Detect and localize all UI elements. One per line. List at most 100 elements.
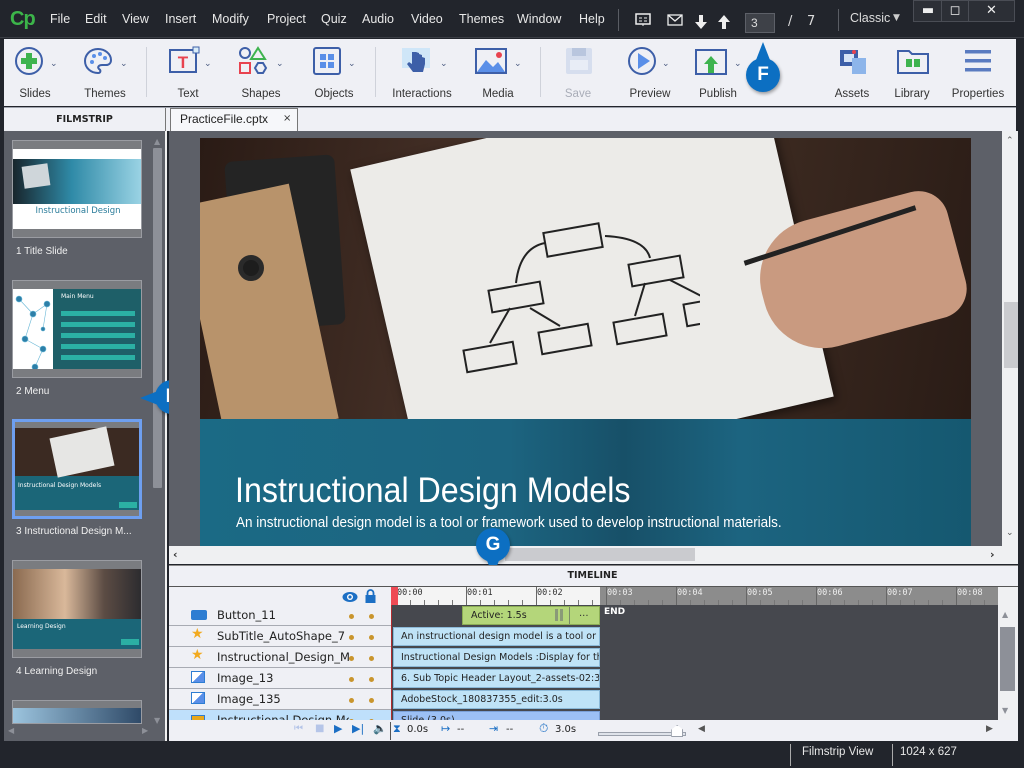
scrollbar-thumb[interactable] — [505, 548, 695, 561]
menu-project[interactable]: Project — [267, 12, 306, 26]
interactions-button[interactable]: ⌄ Interactions — [388, 39, 456, 106]
filmstrip-scrollbar[interactable] — [153, 148, 162, 488]
library-button[interactable]: Library — [890, 39, 934, 106]
play-end-icon[interactable]: ▶| — [352, 722, 364, 735]
scroll-left-icon[interactable]: ◀ — [698, 724, 705, 734]
menu-themes[interactable]: Themes — [459, 12, 504, 26]
menu-quiz[interactable]: Quiz — [321, 12, 347, 26]
menu-help[interactable]: Help — [579, 12, 605, 26]
audio-icon[interactable]: 🔈 — [373, 722, 387, 735]
end-time: -- — [506, 724, 514, 735]
menu-edit[interactable]: Edit — [85, 12, 107, 26]
timeline-layer-row[interactable]: ★ SubTitle_AutoShape_7 — [169, 626, 391, 647]
scroll-left-icon[interactable]: ◀ — [8, 726, 14, 735]
timeline-layer-row[interactable]: Button_11 — [169, 605, 391, 626]
shapes-button[interactable]: ⌄ Shapes — [232, 39, 290, 106]
playhead[interactable] — [391, 587, 398, 605]
timeline-layer-row[interactable]: ★ Instructional_Design_Mo... — [169, 647, 391, 668]
timeline-object-bar[interactable]: AdobeStock_180837355_edit:3.0s — [393, 690, 600, 709]
slide-thumbnail-1[interactable]: Instructional Design — [12, 140, 142, 238]
properties-button[interactable]: Properties — [948, 39, 1008, 106]
slide-subtitle[interactable]: An instructional design model is a tool … — [236, 515, 782, 531]
slide-thumbnail-5[interactable] — [12, 700, 142, 724]
objects-button[interactable]: ⌄ Objects — [306, 39, 362, 106]
stop-icon[interactable]: ■ — [315, 723, 324, 734]
close-tab-icon[interactable]: × — [283, 113, 291, 124]
menu-modify[interactable]: Modify — [212, 12, 249, 26]
timeline-layer-row[interactable]: Image_135 — [169, 689, 391, 710]
text-button[interactable]: T ⌄ Text — [162, 39, 214, 106]
scroll-up-icon[interactable]: ▲ — [1002, 610, 1008, 619]
lock-toggle[interactable] — [369, 635, 374, 640]
more-options-button[interactable]: ... — [579, 608, 589, 619]
media-button[interactable]: ⌄ Media — [470, 39, 526, 106]
scroll-down-icon[interactable]: ▼ — [154, 716, 160, 725]
scroll-right-icon[interactable]: › — [990, 548, 995, 561]
mail-icon[interactable] — [667, 14, 683, 26]
properties-label: Properties — [951, 88, 1005, 100]
menu-audio[interactable]: Audio — [362, 12, 394, 26]
scrollbar-thumb[interactable] — [1000, 627, 1015, 691]
visibility-toggle[interactable] — [349, 614, 354, 619]
preview-button[interactable]: ⌄ Preview — [620, 39, 680, 106]
slide-title[interactable]: Instructional Design Models — [235, 471, 631, 511]
menu-window[interactable]: Window — [517, 12, 561, 26]
menu-video[interactable]: Video — [411, 12, 443, 26]
menu-view[interactable]: View — [122, 12, 149, 26]
themes-button[interactable]: ⌄ Themes — [74, 39, 136, 106]
lock-toggle[interactable] — [369, 614, 374, 619]
pause-marker[interactable] — [555, 609, 558, 621]
time-tick-label: 00:00 — [397, 588, 423, 598]
save-button[interactable]: Save — [556, 39, 600, 106]
slide-thumbnail-3[interactable]: Instructional Design Models — [12, 419, 142, 519]
visibility-toggle[interactable] — [349, 635, 354, 640]
timeline-object-bar[interactable]: 6. Sub Topic Header Layout_2-assets-02:3… — [393, 669, 600, 688]
scroll-down-icon[interactable]: ▼ — [1002, 706, 1008, 715]
timeline-object-bar[interactable]: Instructional Design Models :Display for… — [393, 648, 600, 667]
lock-toggle[interactable] — [369, 677, 374, 682]
publish-button[interactable]: ⌄ Publish — [690, 39, 746, 106]
visibility-toggle[interactable] — [349, 656, 354, 661]
maximize-button[interactable]: ◻ — [941, 0, 969, 22]
slide-label-3: 3 Instructional Design M... — [16, 526, 132, 537]
time-tick — [816, 587, 817, 605]
arrow-down-icon[interactable] — [695, 15, 707, 30]
closed-captions-icon[interactable] — [635, 13, 651, 27]
layer-name: Image_135 — [217, 692, 281, 706]
lock-toggle[interactable] — [369, 656, 374, 661]
chevron-down-icon[interactable]: ▼ — [893, 13, 900, 23]
scrollbar-thumb[interactable] — [1004, 302, 1018, 368]
close-window-button[interactable]: ✕ — [968, 0, 1015, 22]
menu-file[interactable]: File — [50, 12, 70, 26]
scroll-right-icon[interactable]: ▶ — [142, 726, 148, 735]
lock-toggle[interactable] — [369, 698, 374, 703]
timeline-object-bar[interactable]: An instructional design model is a tool … — [393, 627, 600, 646]
scroll-up-icon[interactable]: ▲ — [154, 137, 160, 146]
button-timeline-bar[interactable]: Active: 1.5s ... — [462, 606, 600, 625]
scroll-left-icon[interactable]: ‹ — [173, 548, 178, 561]
minimize-button[interactable]: ▬ — [913, 0, 943, 22]
timeline-layer-row[interactable]: Image_13 — [169, 668, 391, 689]
slides-button[interactable]: ⌄ Slides — [10, 39, 60, 106]
timeline-ruler-overflow — [600, 587, 998, 605]
tab-practicefile[interactable]: PracticeFile.cptx — [170, 108, 298, 131]
slide-thumbnail-2[interactable]: Main Menu — [12, 280, 142, 378]
slide-thumbnail-4[interactable]: Learning Design — [12, 560, 142, 658]
lock-icon[interactable] — [365, 589, 376, 603]
media-image-icon — [475, 48, 507, 74]
scroll-down-icon[interactable]: ⌄ — [1006, 528, 1014, 538]
rewind-icon[interactable]: ⏮ — [294, 723, 303, 734]
slide-canvas[interactable]: Instructional Design Models An instructi… — [200, 138, 971, 548]
scroll-right-icon[interactable]: ▶ — [986, 724, 993, 734]
workspace-switcher[interactable]: Classic — [850, 11, 890, 25]
visibility-toggle[interactable] — [349, 677, 354, 682]
play-icon[interactable]: ▶ — [334, 722, 342, 735]
scroll-up-icon[interactable]: ⌃ — [1006, 136, 1014, 146]
visibility-toggle[interactable] — [349, 698, 354, 703]
menu-insert[interactable]: Insert — [165, 12, 196, 26]
page-number-input[interactable] — [745, 13, 775, 33]
assets-button[interactable]: Assets — [830, 39, 874, 106]
arrow-up-icon[interactable] — [718, 15, 730, 30]
eye-icon[interactable] — [342, 591, 358, 603]
chevron-down-icon: ⌄ — [120, 59, 128, 69]
